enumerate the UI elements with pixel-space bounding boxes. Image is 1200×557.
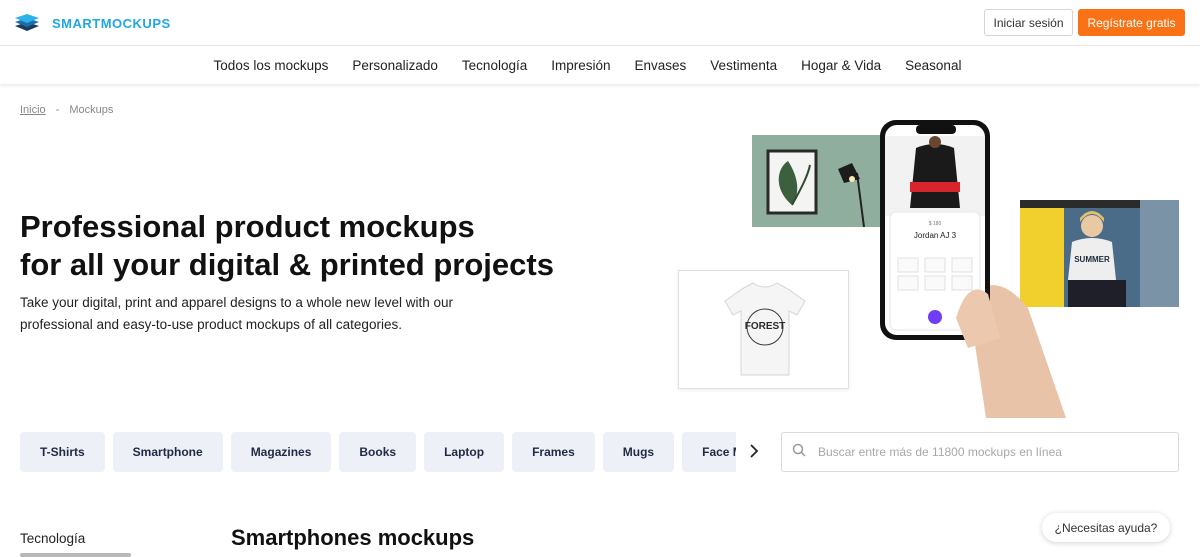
search-icon <box>792 443 806 462</box>
phone-in-hand-image: $ 180 Jordan AJ 3 <box>876 118 1076 418</box>
mug-print-text: SUMMER <box>1074 255 1110 264</box>
phone-product-name: Jordan AJ 3 <box>914 231 957 240</box>
chip-laptop[interactable]: Laptop <box>424 432 505 472</box>
phone-price: $ 180 <box>929 221 942 227</box>
signup-button[interactable]: Regístrate gratis <box>1078 9 1185 36</box>
hero-title: Professional product mockups for all you… <box>20 208 640 284</box>
search-input[interactable] <box>818 445 1158 459</box>
brand-logo[interactable]: SMARTMOCKUPS <box>14 13 171 33</box>
chip-smartphone[interactable]: Smartphone <box>112 432 223 472</box>
help-chat-button[interactable]: ¿Necesitas ayuda? <box>1042 513 1170 542</box>
tshirt-mockup-card: FOREST <box>678 270 849 389</box>
nav-item-technology[interactable]: Tecnología <box>462 58 527 73</box>
section-title: Smartphones mockups <box>231 525 475 550</box>
hero-subtitle: Take your digital, print and apparel des… <box>20 295 454 332</box>
stacked-layers-icon <box>14 13 40 33</box>
nav-item-all-mockups[interactable]: Todos los mockups <box>214 58 329 73</box>
top-header: SMARTMOCKUPS Iniciar sesión Regístrate g… <box>0 0 1200 46</box>
chip-mugs[interactable]: Mugs <box>602 432 675 472</box>
breadcrumb: Inicio - Mockups <box>20 104 113 116</box>
chip-frames[interactable]: Frames <box>512 432 595 472</box>
nav-item-apparel[interactable]: Vestimenta <box>710 58 777 73</box>
brand-name: SMARTMOCKUPS <box>52 15 171 31</box>
nav-item-packaging[interactable]: Envases <box>635 58 687 73</box>
chip-face-masks[interactable]: Face Masks <box>682 432 736 472</box>
chip-row: T-Shirts Smartphone Magazines Books Lapt… <box>20 432 736 472</box>
chip-magazines[interactable]: Magazines <box>230 432 332 472</box>
sidebar-heading-technology[interactable]: Tecnología <box>20 531 85 546</box>
hero-title-line-2: for all your digital & printed projects <box>20 247 554 282</box>
category-chips: T-Shirts Smartphone Magazines Books Lapt… <box>20 432 736 472</box>
sidebar-scrollbar[interactable] <box>20 553 131 557</box>
breadcrumb-home-link[interactable]: Inicio <box>20 104 46 116</box>
nav-item-seasonal[interactable]: Seasonal <box>905 58 961 73</box>
breadcrumb-separator: - <box>55 104 60 116</box>
chip-tshirts[interactable]: T-Shirts <box>20 432 105 472</box>
tshirt-print-text: FOREST <box>745 321 786 332</box>
chip-books[interactable]: Books <box>339 432 417 472</box>
nav-item-home-life[interactable]: Hogar & Vida <box>801 58 881 73</box>
category-nav: Todos los mockups Personalizado Tecnolog… <box>0 47 1200 84</box>
search-bar <box>781 432 1179 472</box>
nav-item-print[interactable]: Impresión <box>551 58 610 73</box>
nav-item-custom[interactable]: Personalizado <box>352 58 438 73</box>
nav-list: Todos los mockups Personalizado Tecnolog… <box>0 47 1200 84</box>
chevron-right-icon[interactable] <box>744 440 764 462</box>
login-button[interactable]: Iniciar sesión <box>984 9 1073 36</box>
breadcrumb-current: Mockups <box>69 104 114 116</box>
hero-title-line-1: Professional product mockups <box>20 209 475 244</box>
